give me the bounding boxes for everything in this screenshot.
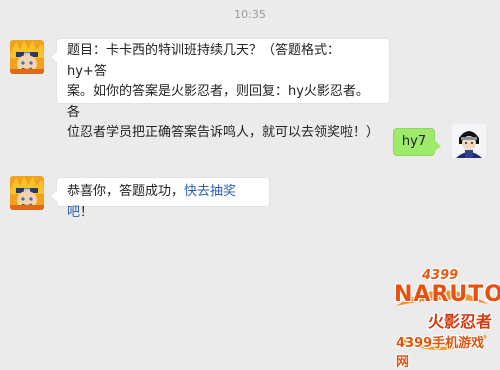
naruto-avatar-icon[interactable]: [10, 40, 44, 74]
message-line: 位忍者学员把正确答案告诉鸣人，就可以去领奖啦！）: [67, 125, 380, 140]
success-text-suffix: ！: [80, 204, 94, 220]
naruto-avatar-icon[interactable]: [10, 176, 44, 210]
user-message-text: hy7: [401, 134, 427, 149]
message-line: 题目：卡卡西的特训班持续几天？（答题格式：hy+答: [67, 43, 341, 79]
success-text: 恭喜你，答题成功，: [67, 184, 185, 199]
bot-message-bubble-question: 题目：卡卡西的特训班持续几天？（答题格式：hy+答 案。如你的答案是火影忍者，则…: [50, 38, 390, 140]
user-message-bubble: hy7: [393, 128, 441, 156]
logo-subtitle: 4399手机游戏网: [396, 336, 485, 370]
chat-timestamp: 10:35: [234, 8, 266, 21]
message-line: 案。如你的答案是火影忍者，则回复：hy火影忍者。各: [67, 84, 369, 120]
logo-number: 4399: [422, 268, 459, 283]
logo-title: 火影忍者: [428, 312, 493, 331]
bot-message-bubble-success: 恭喜你，答题成功，快去抽奖吧！: [50, 177, 270, 220]
naruto-4399-logo: 4399 NARUTO 火影忍者 4399手机游戏网: [388, 268, 500, 370]
logo-brand: NARUTO: [394, 282, 500, 307]
ninja-avatar-icon[interactable]: [452, 124, 486, 158]
